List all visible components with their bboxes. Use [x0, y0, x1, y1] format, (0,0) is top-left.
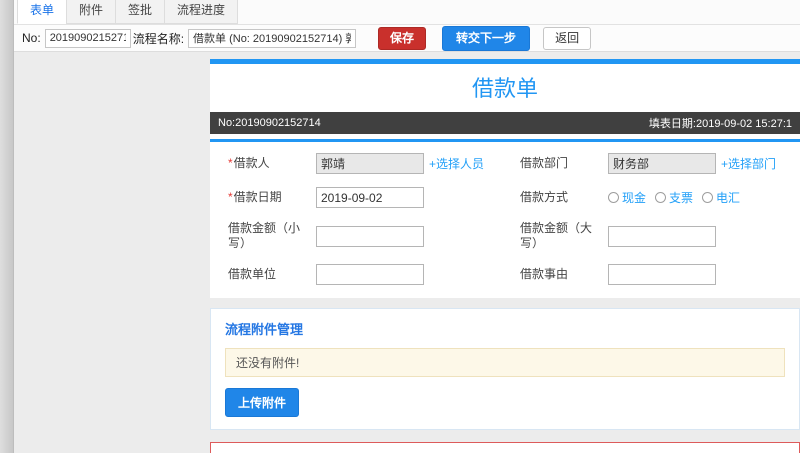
no-attachments-notice: 还没有附件!: [225, 348, 785, 377]
radio-icon: [655, 192, 667, 203]
select-department-link[interactable]: +选择部门: [721, 155, 776, 172]
amount-lower-field: [316, 225, 512, 247]
select-person-link[interactable]: +选择人员: [429, 155, 484, 172]
borrow-reason-field: [608, 264, 794, 285]
process-name-input[interactable]: [188, 28, 357, 48]
tab-form[interactable]: 表单: [17, 0, 68, 24]
form-meta-bar: No:20190902152714 填表日期:2019-09-02 15:27:…: [210, 112, 800, 134]
radio-icon: [702, 192, 714, 203]
borrower-label: *借款人: [228, 156, 308, 171]
loan-form-panel: 借款单 No:20190902152714 填表日期:2019-09-02 15…: [210, 59, 800, 298]
method-option-cheque[interactable]: 支票: [655, 189, 693, 206]
no-label: No:: [22, 31, 41, 45]
required-mark: *: [228, 190, 233, 204]
required-mark: *: [228, 156, 233, 170]
borrow-method-options: 现金 支票 电汇: [608, 189, 794, 206]
screen: 表单 附件 签批 流程进度 No: 流程名称: 保存 转交下一步 返回 借款单 …: [0, 0, 800, 453]
department-label: 借款部门: [520, 156, 600, 171]
borrow-date-field: [316, 187, 512, 208]
borrower-label-text: 借款人: [233, 156, 270, 170]
borrow-unit-field: [316, 264, 512, 285]
tab-attachments[interactable]: 附件: [66, 0, 117, 24]
toolbar: No: 流程名称: 保存 转交下一步 返回: [14, 25, 800, 52]
amount-lower-label: 借款金额（小写）: [228, 221, 308, 251]
method-option-cheque-label: 支票: [669, 191, 694, 205]
process-name-label: 流程名称:: [132, 31, 185, 46]
back-button[interactable]: 返回: [543, 26, 592, 50]
tab-process-progress[interactable]: 流程进度: [164, 0, 239, 24]
save-button[interactable]: 保存: [378, 26, 427, 50]
borrow-method-label-text: 借款方式: [520, 190, 569, 204]
borrow-method-label: 借款方式: [520, 190, 600, 205]
attachments-title: 流程附件管理: [225, 322, 304, 337]
tab-approval[interactable]: 签批: [115, 0, 166, 24]
borrow-reason-label: 借款事由: [520, 267, 600, 282]
amount-upper-field: [608, 225, 794, 247]
no-input[interactable]: [44, 28, 131, 48]
department-field: +选择部门: [608, 153, 794, 174]
borrow-unit-label: 借款单位: [228, 267, 308, 282]
amount-lower-label-text: 借款金额（小写）: [228, 221, 301, 250]
method-option-cash-label: 现金: [622, 191, 647, 205]
method-option-cash[interactable]: 现金: [608, 189, 646, 206]
transfer-next-step-button[interactable]: 转交下一步: [442, 25, 531, 51]
method-option-wire[interactable]: 电汇: [702, 189, 740, 206]
amount-lower-input[interactable]: [316, 225, 424, 247]
form-fields-grid: *借款人 +选择人员 借款部门 +选择部门 *借款日期: [210, 142, 800, 298]
amount-upper-label: 借款金额（大写）: [520, 221, 600, 251]
borrower-input[interactable]: [316, 153, 424, 174]
left-sidebar-strip: [0, 0, 14, 453]
borrow-reason-label-text: 借款事由: [520, 267, 569, 281]
borrow-unit-label-text: 借款单位: [228, 267, 277, 281]
borrow-date-input[interactable]: [316, 187, 424, 208]
amount-upper-label-text: 借款金额（大写）: [520, 221, 593, 250]
approval-panel: 流程签批意见 B I abc A ∞ ▤ ⚑ 1≡ •≡ ⇤ ⇥: [210, 442, 800, 453]
department-label-text: 借款部门: [520, 156, 569, 170]
borrow-reason-input[interactable]: [608, 264, 716, 285]
radio-icon: [608, 192, 619, 203]
borrow-date-label-text: 借款日期: [233, 190, 282, 204]
department-input[interactable]: [608, 153, 716, 174]
form-title: 借款单: [471, 76, 538, 101]
form-number-text: No:20190902152714: [218, 117, 321, 129]
tab-bar: 表单 附件 签批 流程进度: [14, 0, 800, 25]
borrow-unit-input[interactable]: [316, 264, 424, 285]
borrow-date-label: *借款日期: [228, 190, 308, 205]
content-area: 借款单 No:20190902152714 填表日期:2019-09-02 15…: [210, 59, 800, 453]
form-fill-date-text: 填表日期:2019-09-02 15:27:1: [648, 118, 792, 130]
amount-upper-input[interactable]: [608, 225, 716, 247]
attachments-panel: 流程附件管理 还没有附件! 上传附件: [210, 308, 800, 430]
method-option-wire-label: 电汇: [716, 191, 741, 205]
upload-attachment-button[interactable]: 上传附件: [225, 388, 300, 417]
borrower-field: +选择人员: [316, 153, 512, 174]
